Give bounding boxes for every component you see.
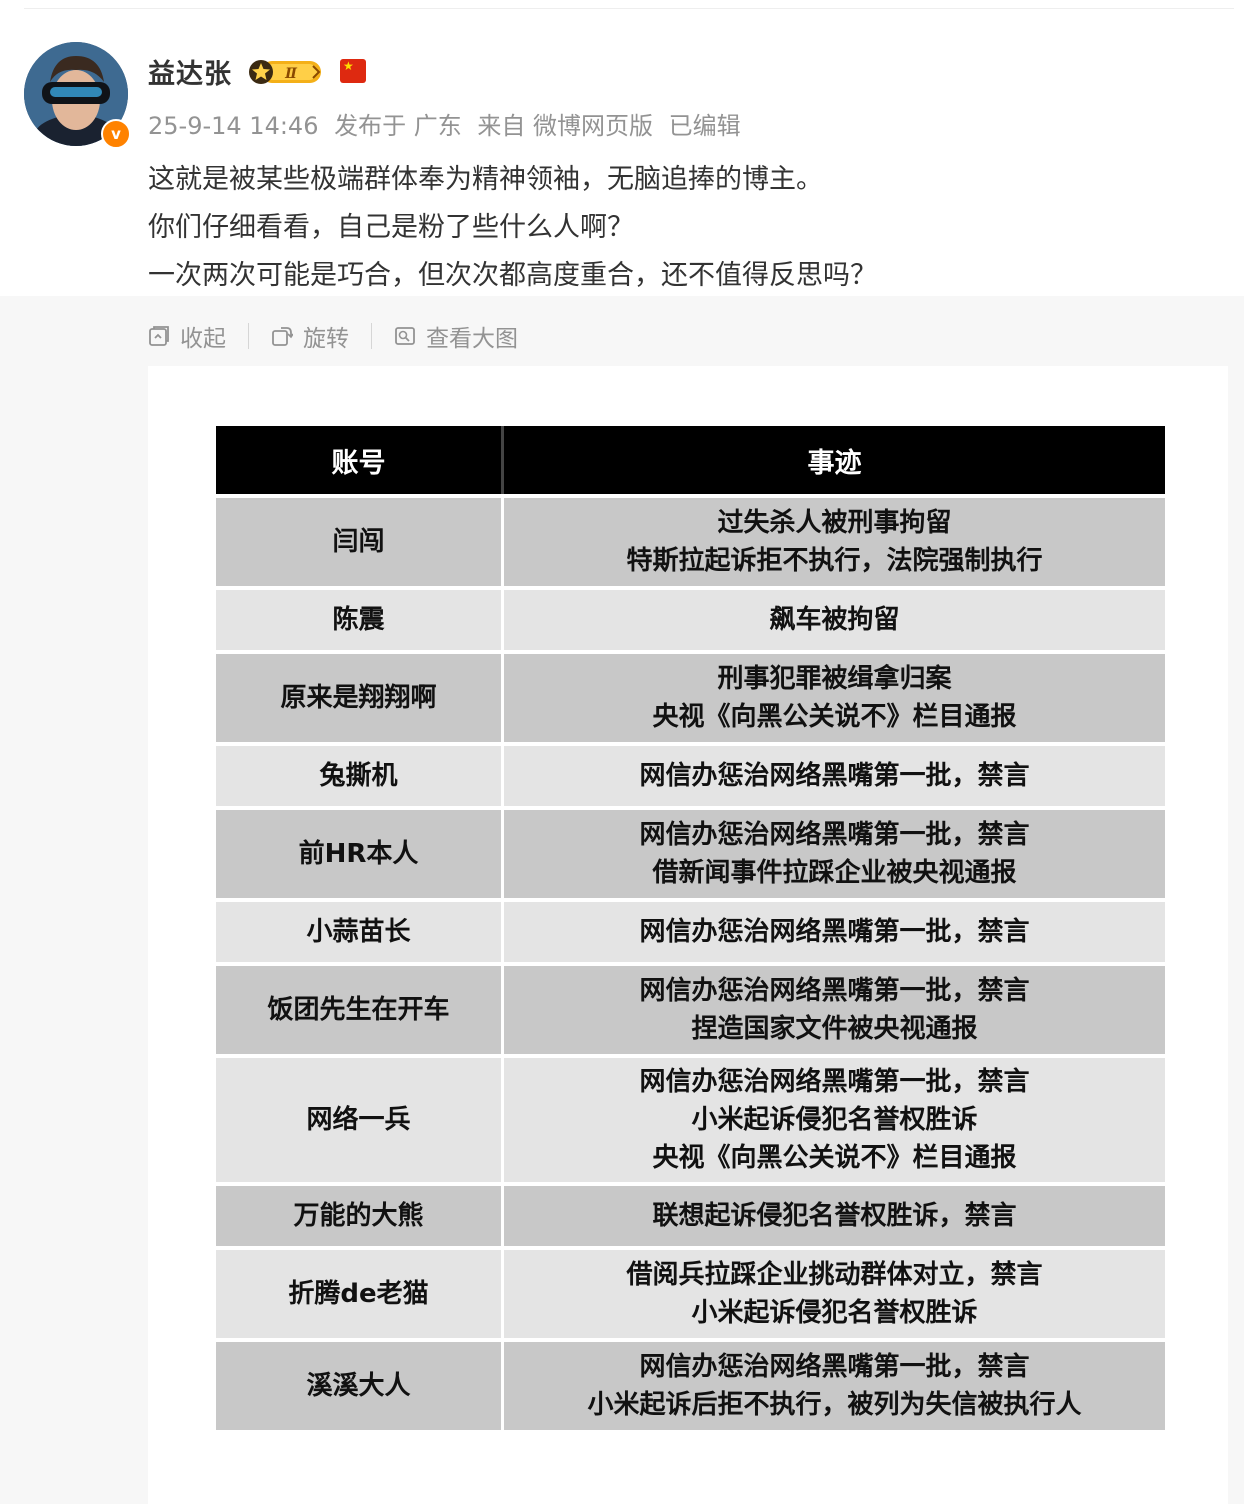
deeds-cell: 飙车被拘留 <box>504 590 1165 650</box>
account-cell: 折腾de老猫 <box>216 1250 504 1338</box>
deed-line: 捏造国家文件被央视通报 <box>691 1014 978 1044</box>
deeds-cell: 刑事犯罪被缉拿归案央视《向黑公关说不》栏目通报 <box>504 654 1165 742</box>
deeds-cell: 网信办惩治网络黑嘴第一批，禁言 借新闻事件拉踩企业被央视通报 <box>504 810 1165 898</box>
table-row: 原来是翔翔啊 刑事犯罪被缉拿归案 央视《向黑公关说不》栏目通报 <box>216 654 1165 742</box>
table-row: 陈震 飙车被拘留 <box>216 590 1165 650</box>
post-meta: 25-9-14 14:46 发布于 广东 来自 微博网页版 已编辑 <box>148 106 749 141</box>
accounts-table: 账号 事迹 闫闯 过失杀人被刑事拘留 特斯拉起诉拒不执行，法院强制执行 陈震 飙车被拘留… <box>216 422 1165 1434</box>
deeds-cell: 网信办惩治网络黑嘴第一批，禁言小米起诉后拒不执行，被列为失信被执行人 <box>504 1342 1165 1430</box>
post-date[interactable]: 25-9-14 14:46 <box>148 112 318 140</box>
collapse-label: 收起 <box>180 326 226 352</box>
post-edited[interactable]: 已编辑 <box>669 112 741 140</box>
post-location: 发布于 广东 <box>334 112 462 140</box>
account-cell: 闫闯 <box>216 498 504 586</box>
vip-level: Ⅱ <box>284 66 298 82</box>
table-row: 万能的大熊 联想起诉侵犯名誉权胜诉，禁言 <box>216 1186 1165 1246</box>
table-row: 兔撕机 网信办惩治网络黑嘴第一批，禁言 <box>216 746 1165 806</box>
rotate-button[interactable]: 旋转 <box>271 319 349 353</box>
deed-line: 飙车被拘留 <box>769 605 900 635</box>
table-row: 小蒜苗长 网信办惩治网络黑嘴第一批，禁言 <box>216 902 1165 962</box>
post-line: 你们仔细看看，自己是粉了些什么人啊？ <box>148 212 634 243</box>
account-cell: 小蒜苗长 <box>216 902 504 962</box>
deed-line: 特斯拉起诉拒不执行，法院强制执行 <box>626 546 1043 576</box>
deed-line: 刑事犯罪被缉拿归案 <box>717 664 952 694</box>
account-cell: 饭团先生在开车 <box>216 966 504 1054</box>
deed-line: 借新闻事件拉踩企业被央视通报 <box>652 858 1017 888</box>
deed-line: 央视《向黑公关说不》栏目通报 <box>652 702 1017 732</box>
table-body: 闫闯 过失杀人被刑事拘留 特斯拉起诉拒不执行，法院强制执行 陈震 飙车被拘留 原来是翔翔啊… <box>216 498 1165 1430</box>
toolbar-divider <box>248 323 249 349</box>
deeds-cell: 网信办惩治网络黑嘴第一批，禁言 <box>504 746 1165 806</box>
deeds-cell: 联想起诉侵犯名誉权胜诉，禁言 <box>504 1186 1165 1246</box>
deed-line: 过失杀人被刑事拘留 <box>717 508 952 538</box>
table-row: 溪溪大人 网信办惩治网络黑嘴第一批，禁言 小米起诉后拒不执行，被列为失信被执行人 <box>216 1342 1165 1430</box>
media-box: 收起 旋转 查看大图 账号 事迹 闫闯 过失杀人被刑事拘留 特斯拉起诉拒不执行，… <box>0 296 1244 1504</box>
rotate-label: 旋转 <box>303 326 349 352</box>
deed-line: 借阅兵拉踩企业挑动群体对立，禁言 <box>626 1260 1043 1290</box>
author-name[interactable]: 益达张 <box>148 52 232 91</box>
flag-icon: ★ <box>340 59 366 83</box>
deeds-cell: 过失杀人被刑事拘留特斯拉起诉拒不执行，法院强制执行 <box>504 498 1165 586</box>
table-row: 前HR本人 网信办惩治网络黑嘴第一批，禁言 借新闻事件拉踩企业被央视通报 <box>216 810 1165 898</box>
column-header-deeds: 事迹 <box>504 426 1165 494</box>
deeds-cell: 网信办惩治网络黑嘴第一批，禁言 捏造国家文件被央视通报 <box>504 966 1165 1054</box>
deed-line: 联想起诉侵犯名誉权胜诉，禁言 <box>652 1201 1017 1231</box>
collapse-icon <box>149 326 169 346</box>
deeds-cell: 网信办惩治网络黑嘴第一批，禁言 <box>504 902 1165 962</box>
deed-line: 小米起诉后拒不执行，被列为失信被执行人 <box>587 1390 1082 1420</box>
vip-badge-icon[interactable]: Ⅱ <box>247 58 323 86</box>
account-cell: 万能的大熊 <box>216 1186 504 1246</box>
deeds-cell: 网信办惩治网络黑嘴第一批，禁言 小米起诉侵犯名誉权胜诉央视《向黑公关说不》栏目通报 <box>504 1058 1165 1182</box>
post-line: 一次两次可能是巧合，但次次都高度重合，还不值得反思吗？ <box>148 260 877 291</box>
collapse-button[interactable]: 收起 <box>148 319 226 353</box>
deed-line: 网信办惩治网络黑嘴第一批，禁言 <box>639 1067 1030 1097</box>
deed-line: 小米起诉侵犯名誉权胜诉 <box>691 1298 978 1328</box>
table-row: 闫闯 过失杀人被刑事拘留 特斯拉起诉拒不执行，法院强制执行 <box>216 498 1165 586</box>
view-large-icon <box>395 327 415 345</box>
rotate-icon <box>272 327 293 346</box>
account-cell: 网络一兵 <box>216 1058 504 1182</box>
post-image[interactable]: 账号 事迹 闫闯 过失杀人被刑事拘留 特斯拉起诉拒不执行，法院强制执行 陈震 飙车被拘留… <box>148 366 1228 1504</box>
deed-line: 网信办惩治网络黑嘴第一批，禁言 <box>639 820 1030 850</box>
deed-line: 小米起诉侵犯名誉权胜诉 <box>691 1105 978 1135</box>
account-cell: 前HR本人 <box>216 810 504 898</box>
post-source[interactable]: 来自 微博网页版 <box>477 112 653 140</box>
table-row: 折腾de老猫 借阅兵拉踩企业挑动群体对立，禁言 小米起诉侵犯名誉权胜诉 <box>216 1250 1165 1338</box>
account-cell: 溪溪大人 <box>216 1342 504 1430</box>
deed-line: 网信办惩治网络黑嘴第一批，禁言 <box>639 917 1030 947</box>
toolbar-divider <box>371 323 372 349</box>
deed-line: 网信办惩治网络黑嘴第一批，禁言 <box>639 1352 1030 1382</box>
post-text: 这就是被某些极端群体奉为精神领袖，无脑追捧的博主。 你们仔细看看，自己是粉了些什… <box>148 156 877 300</box>
account-cell: 陈震 <box>216 590 504 650</box>
top-divider <box>24 8 1234 9</box>
image-toolbar: 收起 旋转 查看大图 <box>148 312 518 360</box>
view-large-button[interactable]: 查看大图 <box>394 319 518 353</box>
column-header-account: 账号 <box>216 426 504 494</box>
table-row: 饭团先生在开车 网信办惩治网络黑嘴第一批，禁言 捏造国家文件被央视通报 <box>216 966 1165 1054</box>
table-row: 网络一兵 网信办惩治网络黑嘴第一批，禁言 小米起诉侵犯名誉权胜诉 央视《向黑公关说不》… <box>216 1058 1165 1182</box>
account-cell: 兔撕机 <box>216 746 504 806</box>
deeds-cell: 借阅兵拉踩企业挑动群体对立，禁言 小米起诉侵犯名誉权胜诉 <box>504 1250 1165 1338</box>
deed-line: 央视《向黑公关说不》栏目通报 <box>652 1143 1017 1173</box>
deed-line: 网信办惩治网络黑嘴第一批，禁言 <box>639 761 1030 791</box>
table-header-row: 账号 事迹 <box>216 426 1165 494</box>
post-line: 这就是被某些极端群体奉为精神领袖，无脑追捧的博主。 <box>148 164 823 195</box>
view-large-label: 查看大图 <box>426 326 518 352</box>
deed-line: 网信办惩治网络黑嘴第一批，禁言 <box>639 976 1030 1006</box>
account-cell: 原来是翔翔啊 <box>216 654 504 742</box>
verified-icon: v <box>101 119 131 149</box>
